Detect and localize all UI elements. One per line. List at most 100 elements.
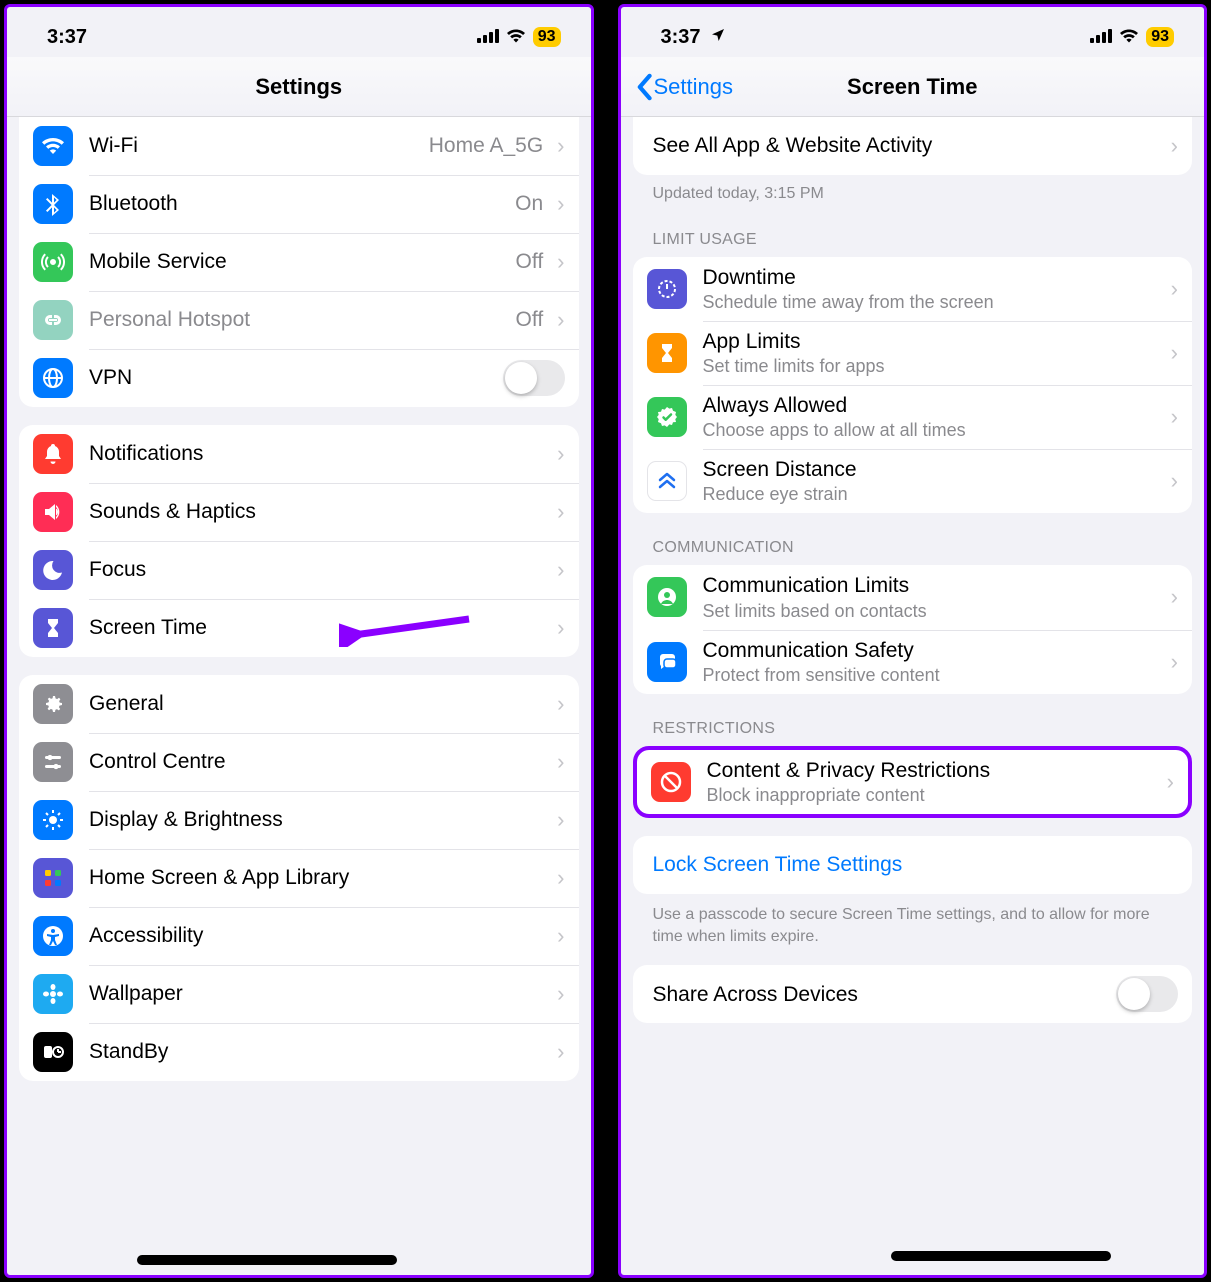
chevron-icon: › [557,691,564,717]
antenna-icon [33,242,73,282]
chevron-icon: › [557,807,564,833]
cell-sounds-haptics[interactable]: Sounds & Haptics › [19,483,579,541]
chevron-icon: › [1171,584,1178,610]
chevron-icon: › [1171,404,1178,430]
cell-lock-screen-time[interactable]: Lock Screen Time Settings [633,836,1193,894]
lock-description: Use a passcode to secure Screen Time set… [653,904,1173,947]
cell-content-privacy[interactable]: Content & Privacy Restrictions Block ina… [637,750,1189,814]
wifi-icon [33,126,73,166]
status-time: 3:37 [661,26,727,49]
chevron-icon: › [1171,133,1178,159]
chevron-icon: › [557,557,564,583]
header-communication: COMMUNICATION [653,539,1193,557]
location-icon [710,26,726,49]
wifi-icon [505,26,527,49]
redaction-bar [137,1255,397,1265]
chevron-icon: › [557,249,564,275]
back-button[interactable]: Settings [635,73,734,101]
chevron-icon: › [557,749,564,775]
nav-bar: Settings [7,57,591,117]
status-bar: 3:37 93 [621,7,1205,57]
bell-icon [33,434,73,474]
downtime-icon [647,269,687,309]
group-communication: Communication Limits Set limits based on… [633,565,1193,693]
chevron-icon: › [557,133,564,159]
group-activity: See All App & Website Activity › [633,117,1193,175]
page-title: Settings [255,74,342,100]
vpn-toggle[interactable] [503,360,565,396]
cell-mobile-service[interactable]: Mobile Service Off › [19,233,579,291]
flower-icon [33,974,73,1014]
group-restrictions: Content & Privacy Restrictions Block ina… [633,746,1193,818]
cell-app-limits[interactable]: App Limits Set time limits for apps › [633,321,1193,385]
cell-share-across-devices[interactable]: Share Across Devices [633,965,1193,1023]
chevron-icon: › [1167,769,1174,795]
status-time: 3:37 [47,26,87,49]
sliders-icon [33,742,73,782]
chevron-icon: › [1171,276,1178,302]
messages-icon [647,642,687,682]
cell-vpn[interactable]: VPN [19,349,579,407]
hotspot-icon [33,300,73,340]
chevron-icon: › [1171,340,1178,366]
person-circle-icon [647,577,687,617]
chevron-icon: › [557,1039,564,1065]
chevron-icon: › [557,191,564,217]
cell-standby[interactable]: StandBy › [19,1023,579,1081]
phone-settings: 3:37 93 Settings Wi-Fi Home A_5G › [4,4,594,1278]
cell-wallpaper[interactable]: Wallpaper › [19,965,579,1023]
brightness-icon [33,800,73,840]
cell-display-brightness[interactable]: Display & Brightness › [19,791,579,849]
hourglass-icon [647,333,687,373]
settings-list[interactable]: Wi-Fi Home A_5G › Bluetooth On › Mobile … [7,117,591,1275]
chevron-icon: › [557,923,564,949]
cell-bluetooth[interactable]: Bluetooth On › [19,175,579,233]
cell-always-allowed[interactable]: Always Allowed Choose apps to allow at a… [633,385,1193,449]
cell-wifi[interactable]: Wi-Fi Home A_5G › [19,117,579,175]
chevron-icon: › [557,981,564,1007]
vpn-icon [33,358,73,398]
battery-badge: 93 [533,27,561,47]
header-restrictions: RESTRICTIONS [653,720,1193,738]
group-network: Wi-Fi Home A_5G › Bluetooth On › Mobile … [19,117,579,407]
cell-screen-distance[interactable]: Screen Distance Reduce eye strain › [633,449,1193,513]
header-limit-usage: LIMIT USAGE [653,231,1193,249]
cell-home-screen[interactable]: Home Screen & App Library › [19,849,579,907]
cell-communication-safety[interactable]: Communication Safety Protect from sensit… [633,630,1193,694]
page-title: Screen Time [847,74,977,100]
cell-control-centre[interactable]: Control Centre › [19,733,579,791]
bluetooth-icon [33,184,73,224]
standby-icon [33,1032,73,1072]
cell-communication-limits[interactable]: Communication Limits Set limits based on… [633,565,1193,629]
cell-personal-hotspot[interactable]: Personal Hotspot Off › [19,291,579,349]
chevron-icon: › [1171,468,1178,494]
cell-all-activity[interactable]: See All App & Website Activity › [633,117,1193,175]
cell-notifications[interactable]: Notifications › [19,425,579,483]
wifi-icon [1118,26,1140,49]
cell-general[interactable]: General › [19,675,579,733]
activity-updated: Updated today, 3:15 PM [653,183,1173,205]
status-bar: 3:37 93 [7,7,591,57]
group-alerts: Notifications › Sounds & Haptics › Focus… [19,425,579,657]
group-system: General › Control Centre › Display & Bri… [19,675,579,1081]
cell-accessibility[interactable]: Accessibility › [19,907,579,965]
group-limit-usage: Downtime Schedule time away from the scr… [633,257,1193,514]
cellular-icon [1090,26,1112,49]
chevron-icon: › [557,441,564,467]
chevron-icon: › [557,499,564,525]
nav-bar: Settings Screen Time [621,57,1205,117]
battery-badge: 93 [1146,27,1174,47]
hourglass-icon [33,608,73,648]
chevron-icon: › [1171,649,1178,675]
share-toggle[interactable] [1116,976,1178,1012]
screen-time-list[interactable]: See All App & Website Activity › Updated… [621,117,1205,1275]
chevron-icon: › [557,865,564,891]
moon-icon [33,550,73,590]
cell-screen-time[interactable]: Screen Time › [19,599,579,657]
cell-focus[interactable]: Focus › [19,541,579,599]
cell-downtime[interactable]: Downtime Schedule time away from the scr… [633,257,1193,321]
group-lock-settings: Lock Screen Time Settings [633,836,1193,894]
checkmark-seal-icon [647,397,687,437]
redaction-bar [891,1251,1111,1261]
chevron-icon: › [557,615,564,641]
